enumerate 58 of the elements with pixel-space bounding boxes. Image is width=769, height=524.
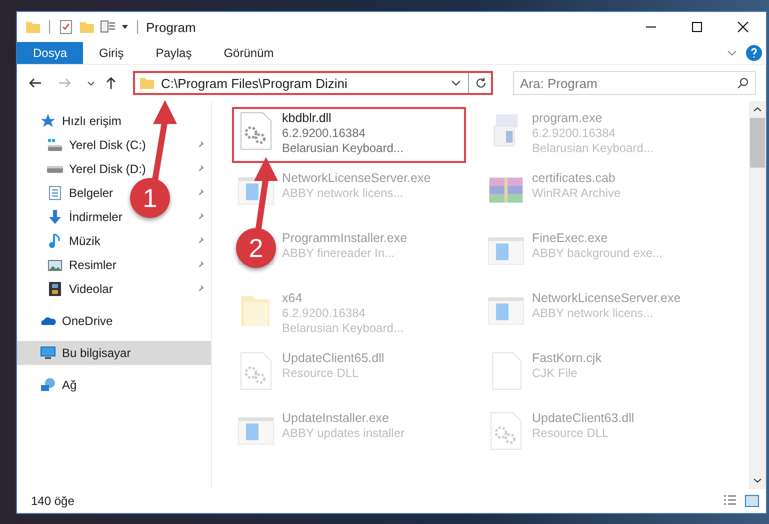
drive-icon bbox=[47, 137, 63, 153]
ribbon-tab[interactable]: Paylaş bbox=[140, 42, 208, 64]
caret-icon[interactable] bbox=[121, 23, 129, 31]
file-detail: WinRAR Archive bbox=[532, 186, 621, 201]
nav-item[interactable]: İndirmeler bbox=[69, 210, 122, 224]
file-detail: Belarusian Keyboard... bbox=[282, 141, 404, 156]
large-icons-view-icon[interactable] bbox=[744, 493, 760, 509]
drive-icon bbox=[47, 166, 63, 172]
picture-icon bbox=[47, 257, 63, 273]
nav-item[interactable]: Bu bilgisayar bbox=[17, 341, 211, 365]
file-detail: ABBY updates installer bbox=[282, 426, 405, 441]
nav-item[interactable]: Yerel Disk (C:) bbox=[69, 138, 146, 152]
nav-item[interactable]: Yerel Disk (D:) bbox=[69, 162, 146, 176]
checklist-icon bbox=[58, 19, 74, 35]
folder-icon bbox=[25, 19, 41, 35]
file-detail: ABBY background exe... bbox=[532, 246, 663, 261]
nav-item[interactable]: Ağ bbox=[62, 378, 77, 392]
item-count: 140 öğe bbox=[31, 494, 74, 508]
nav-item[interactable]: Müzik bbox=[69, 234, 100, 248]
star-icon bbox=[40, 113, 56, 129]
nav-item[interactable]: Hızlı erişim bbox=[62, 114, 122, 128]
ribbon-tab[interactable]: Dosya bbox=[17, 42, 84, 64]
monitor-icon bbox=[40, 345, 56, 361]
file-detail: Resource DLL bbox=[282, 366, 360, 381]
ribbon-tab[interactable]: Görünüm bbox=[208, 42, 290, 64]
file-detail: ABBY network licens... bbox=[282, 186, 404, 201]
file-detail: ABBY finereader In... bbox=[282, 246, 396, 261]
scrollbar[interactable] bbox=[749, 101, 766, 489]
nav-item[interactable]: Resimler bbox=[69, 258, 116, 272]
help-icon[interactable] bbox=[746, 45, 762, 61]
file-detail: CJK File bbox=[532, 366, 578, 381]
music-note-icon bbox=[47, 233, 63, 249]
window-title: Program bbox=[146, 20, 196, 34]
search-icon bbox=[737, 77, 749, 89]
caret-icon[interactable] bbox=[87, 79, 95, 87]
ribbon-tab[interactable]: Giriş bbox=[83, 42, 140, 64]
address-field[interactable]: C:\Program Files\Program Dizini bbox=[133, 71, 493, 95]
file-detail: ABBY network licens... bbox=[532, 306, 654, 321]
down-arrow-icon bbox=[47, 209, 63, 225]
folder-icon bbox=[79, 19, 95, 35]
document-icon bbox=[47, 185, 63, 201]
search-field[interactable]: Ara: Program bbox=[513, 71, 756, 95]
network-icon bbox=[40, 377, 56, 393]
properties-icon bbox=[100, 19, 116, 35]
file-detail: 6.2.9200.16384 bbox=[532, 126, 616, 141]
nav-item[interactable]: Videolar bbox=[69, 282, 113, 296]
file-tile[interactable]: kbdblr.dll 6.2.9200.16384 Belarusian Keyboard... bbox=[232, 107, 466, 163]
folder-icon bbox=[139, 75, 155, 91]
nav-item[interactable]: OneDrive bbox=[62, 314, 113, 328]
file-detail: 6.2.9200.16384 bbox=[282, 126, 366, 141]
file-name[interactable]: kbdblr.dll bbox=[282, 111, 404, 126]
file-detail: Resource DLL bbox=[532, 426, 610, 441]
nav-item[interactable]: Belgeler bbox=[69, 186, 114, 200]
file-detail: Belarusian Keyboard... bbox=[532, 141, 654, 156]
file-detail: 6.2.9200.16384 bbox=[282, 306, 366, 321]
file-detail: Belarusian Keyboard... bbox=[282, 321, 404, 336]
film-icon bbox=[47, 281, 63, 297]
refresh-icon[interactable] bbox=[475, 77, 487, 89]
